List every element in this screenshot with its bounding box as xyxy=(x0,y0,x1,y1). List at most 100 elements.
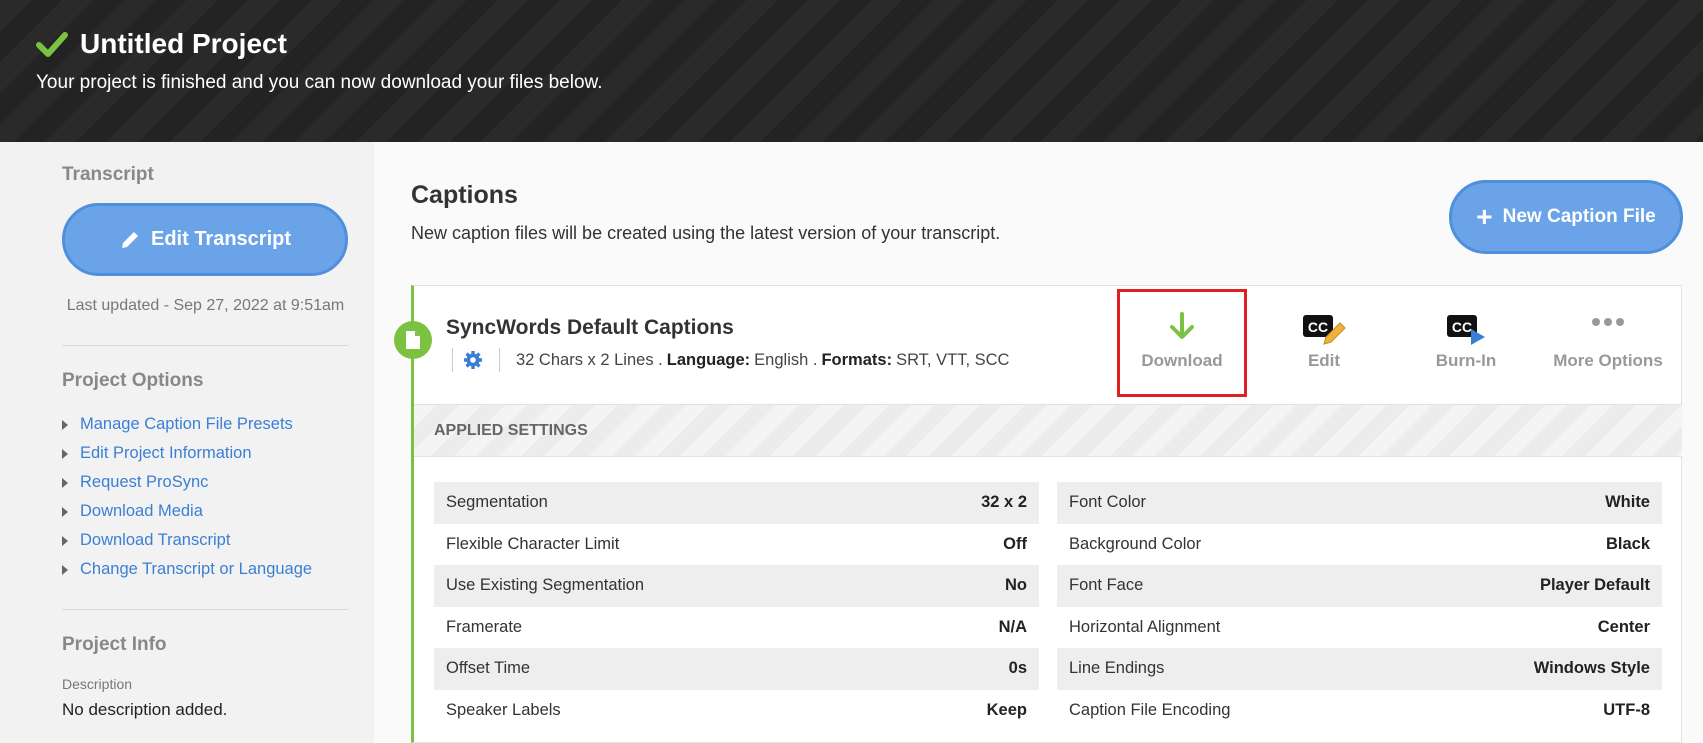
option-change-transcript-language[interactable]: Change Transcript or Language xyxy=(62,555,312,584)
setting-row: Line Endings Windows Style xyxy=(1057,648,1662,690)
meta-divider xyxy=(499,348,500,372)
project-status-message: Your project is finished and you can now… xyxy=(36,72,603,93)
setting-row: Caption File Encoding UTF-8 xyxy=(1057,690,1662,732)
burn-in-button[interactable]: CC Burn-In xyxy=(1401,288,1531,396)
option-label: Edit Project Information xyxy=(80,444,252,462)
setting-row: Background Color Black xyxy=(1057,524,1662,566)
transcript-section-title: Transcript xyxy=(62,164,154,185)
captions-subtitle: New caption files will be created using … xyxy=(411,223,1001,243)
setting-value: Keep xyxy=(986,700,1027,719)
caret-right-icon xyxy=(62,535,68,546)
caret-right-icon xyxy=(62,564,68,575)
setting-value: 0s xyxy=(1008,659,1027,678)
setting-row: Segmentation 32 x 2 xyxy=(434,482,1039,524)
main-content: Captions New caption files will be creat… xyxy=(374,142,1703,743)
cc-play-icon: CC xyxy=(1447,315,1485,345)
setting-row: Framerate N/A xyxy=(434,607,1039,649)
checkmark-icon xyxy=(36,32,68,57)
option-label: Download Media xyxy=(80,502,203,520)
setting-value: Off xyxy=(1003,534,1027,553)
caption-file-meta: 32 Chars x 2 Lines . Language: English .… xyxy=(452,348,1009,372)
caret-right-icon xyxy=(62,448,68,459)
formats-label: Formats: xyxy=(821,350,893,369)
download-highlight-box xyxy=(1117,289,1247,397)
setting-label: Horizontal Alignment xyxy=(1069,617,1221,636)
setting-label: Line Endings xyxy=(1069,659,1165,678)
setting-row: Font Face Player Default xyxy=(1057,565,1662,607)
more-dots-icon xyxy=(1592,318,1624,326)
edit-captions-label: Edit xyxy=(1307,351,1341,370)
edit-captions-button[interactable]: CC Edit xyxy=(1259,288,1389,396)
option-download-transcript[interactable]: Download Transcript xyxy=(62,526,312,555)
setting-value: White xyxy=(1605,493,1650,512)
setting-label: Speaker Labels xyxy=(446,700,561,719)
setting-row: Offset Time 0s xyxy=(434,648,1039,690)
caret-right-icon xyxy=(62,419,68,430)
setting-value: Black xyxy=(1605,534,1650,553)
language-value: English . xyxy=(754,350,818,369)
option-request-prosync[interactable]: Request ProSync xyxy=(62,468,312,497)
language-label: Language: xyxy=(666,350,751,369)
captions-title: Captions xyxy=(411,181,518,209)
meta-dimensions: 32 Chars x 2 Lines . xyxy=(516,350,663,369)
formats-value: SRT, VTT, SCC xyxy=(896,350,1010,369)
option-manage-presets[interactable]: Manage Caption File Presets xyxy=(62,410,312,439)
setting-label: Background Color xyxy=(1069,534,1202,553)
option-download-media[interactable]: Download Media xyxy=(62,497,312,526)
gear-icon[interactable] xyxy=(463,350,483,370)
setting-label: Offset Time xyxy=(446,659,531,678)
option-edit-project-info[interactable]: Edit Project Information xyxy=(62,439,312,468)
caret-right-icon xyxy=(62,506,68,517)
settings-left-column: Segmentation 32 x 2 Flexible Character Lim… xyxy=(434,482,1039,731)
setting-label: Font Face xyxy=(1069,576,1144,595)
setting-row: Horizontal Alignment Center xyxy=(1057,607,1662,649)
setting-value: Player Default xyxy=(1539,576,1650,595)
edit-transcript-label: Edit Transcript xyxy=(150,228,292,250)
setting-row: Speaker Labels Keep xyxy=(434,690,1039,732)
edit-transcript-button[interactable]: Edit Transcript xyxy=(62,203,348,276)
option-label: Request ProSync xyxy=(80,473,209,491)
sidebar-divider xyxy=(62,345,348,346)
applied-settings-title: APPLIED SETTINGS xyxy=(434,422,588,439)
setting-value: No xyxy=(1005,576,1027,595)
project-header: Untitled Project Your project is finishe… xyxy=(0,0,1703,142)
burn-in-label: Burn-In xyxy=(1435,351,1497,370)
setting-value: UTF-8 xyxy=(1603,700,1650,719)
setting-row: Use Existing Segmentation No xyxy=(434,565,1039,607)
setting-row: Font Color White xyxy=(1057,482,1662,524)
sidebar: Transcript Edit Transcript Last updated … xyxy=(37,142,374,743)
more-options-button[interactable]: More Options xyxy=(1543,288,1673,396)
caret-right-icon xyxy=(62,477,68,488)
setting-label: Flexible Character Limit xyxy=(446,534,620,553)
applied-settings-header: APPLIED SETTINGS xyxy=(414,404,1682,457)
setting-label: Use Existing Segmentation xyxy=(446,576,645,595)
plus-icon: + xyxy=(1476,201,1493,232)
setting-row: Flexible Character Limit Off xyxy=(434,524,1039,566)
option-label: Change Transcript or Language xyxy=(80,560,313,578)
caption-file-title: SyncWords Default Captions xyxy=(446,316,734,339)
caption-file-card: SyncWords Default Captions 32 Chars x 2 … xyxy=(394,285,1682,743)
option-label: Manage Caption File Presets xyxy=(80,415,293,433)
setting-value: Windows Style xyxy=(1533,659,1650,678)
project-title-row: Untitled Project xyxy=(36,28,287,60)
new-caption-file-button[interactable]: + New Caption File xyxy=(1449,180,1683,254)
settings-right-column: Font Color White Background Color Black Font… xyxy=(1057,482,1662,731)
project-info-title: Project Info xyxy=(62,634,167,655)
setting-label: Segmentation xyxy=(446,493,548,512)
project-options-list: Manage Caption File Presets Edit Project… xyxy=(62,410,312,584)
more-options-label: More Options xyxy=(1553,351,1663,370)
setting-label: Font Color xyxy=(1069,493,1147,512)
setting-value: 32 x 2 xyxy=(981,493,1027,512)
last-updated-text: Last updated - Sep 27, 2022 at 9:51am xyxy=(66,297,345,314)
file-icon xyxy=(394,321,432,359)
project-title: Untitled Project xyxy=(80,28,287,59)
new-caption-file-label: New Caption File xyxy=(1502,206,1656,227)
svg-text:CC: CC xyxy=(1452,319,1472,335)
setting-label: Framerate xyxy=(446,617,523,636)
description-value: No description added. xyxy=(62,700,228,719)
pencil-icon xyxy=(121,231,138,248)
option-label: Download Transcript xyxy=(80,531,231,549)
project-options-title: Project Options xyxy=(62,370,204,391)
svg-text:CC: CC xyxy=(1308,319,1328,335)
sidebar-divider xyxy=(62,609,348,610)
